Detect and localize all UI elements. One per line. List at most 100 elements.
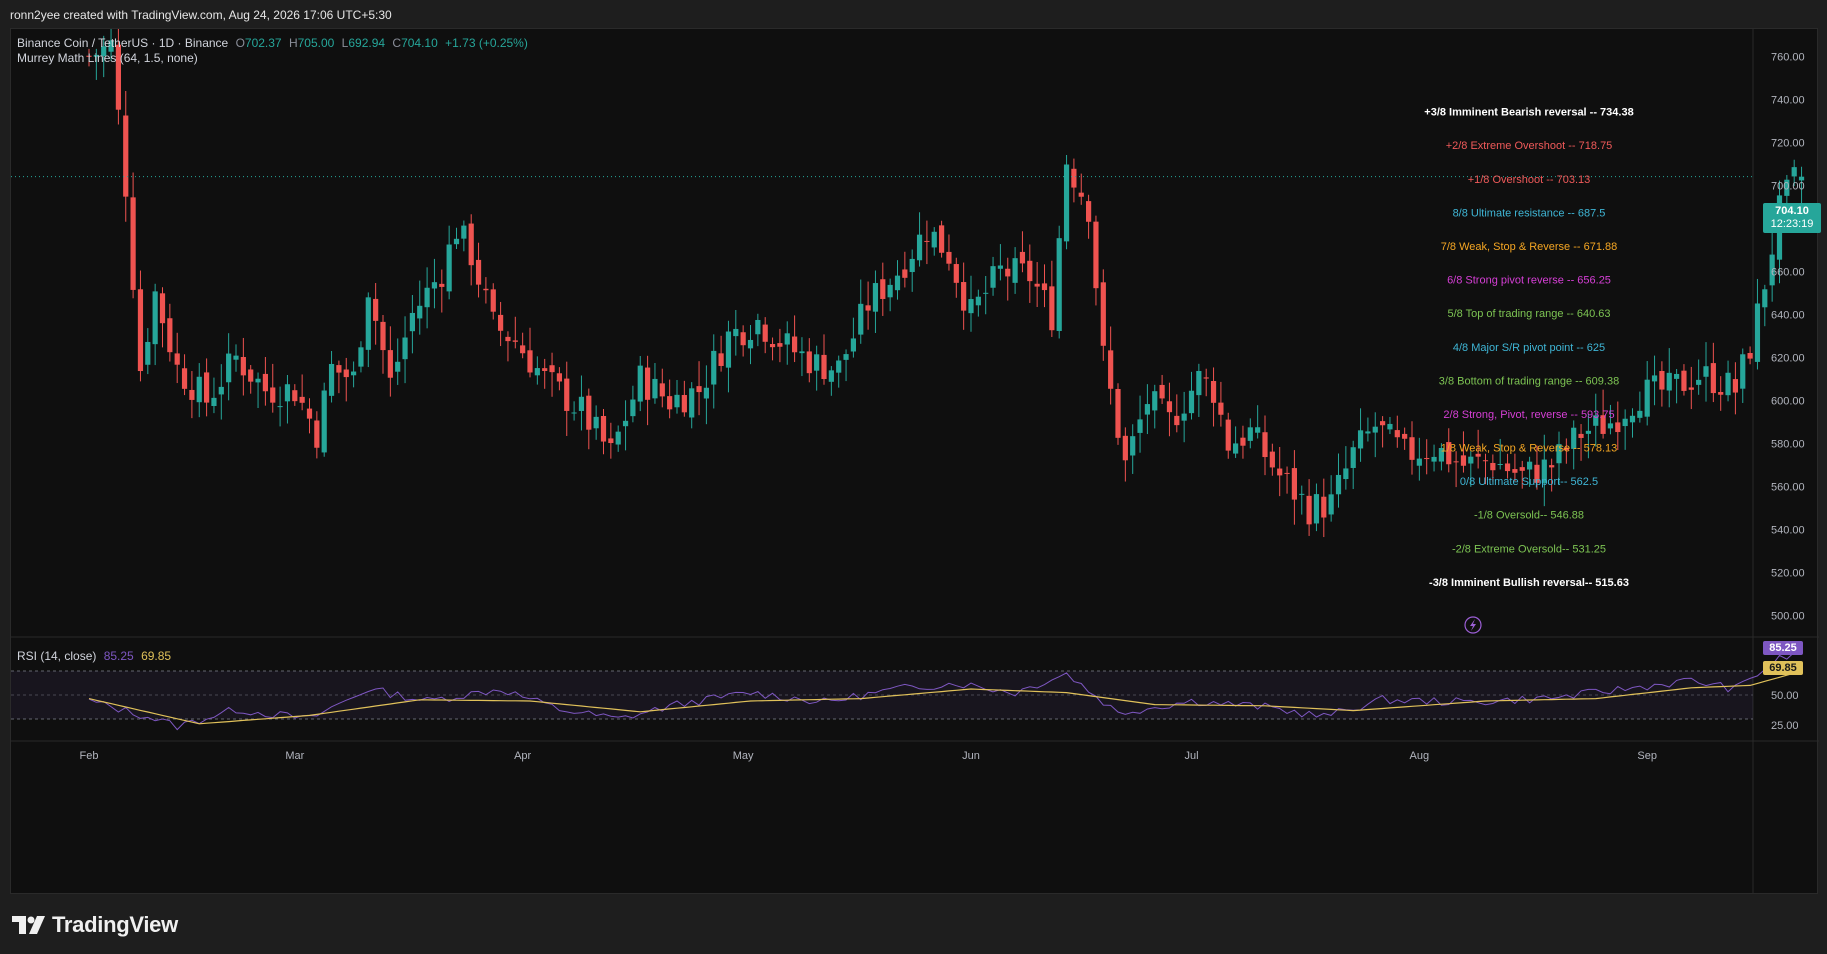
candle-body (593, 416, 599, 429)
candle-body (351, 371, 357, 376)
rsi-label: RSI (14, close) (17, 649, 97, 663)
candle-body (1115, 388, 1121, 438)
candle-body (365, 297, 371, 350)
candle-body (314, 420, 320, 448)
candle-body (1343, 468, 1349, 480)
candle-body (711, 350, 717, 385)
candle-body (887, 284, 893, 298)
candle-body (777, 343, 783, 347)
candle-body (196, 376, 202, 403)
candle-body (490, 289, 496, 312)
candle-body (321, 390, 327, 453)
candle-body (843, 354, 849, 360)
candle-body (1482, 460, 1489, 462)
tradingview-logo[interactable]: TradingView (12, 912, 178, 938)
candle-body (1549, 465, 1555, 468)
candle-body (1504, 463, 1511, 472)
candle-body (747, 339, 754, 349)
candle-body (578, 396, 585, 411)
candle-body (1159, 384, 1165, 399)
candle-body (255, 378, 261, 383)
price-axis-label: 620.00 (1771, 353, 1805, 365)
candle-body (248, 369, 254, 382)
candle-body (1585, 430, 1591, 434)
candle-body (718, 353, 724, 366)
candle-body (600, 416, 607, 442)
candle-body (1255, 427, 1261, 433)
candle-body (1703, 366, 1709, 377)
candle-body (990, 266, 996, 288)
candle-body (997, 265, 1003, 269)
indicator-name: Murrey Math Lines (64, 1.5, none) (17, 51, 198, 65)
candle-body (1196, 370, 1202, 396)
candle-body (1174, 415, 1180, 426)
time-axis-label: Mar (285, 750, 304, 762)
candle-body (1049, 286, 1055, 331)
candle-body (498, 314, 504, 331)
candle-body (189, 389, 195, 400)
murrey-level-label: 5/8 Top of trading range -- 640.63 (1447, 308, 1610, 320)
candle-body (211, 397, 217, 407)
candle-body (1710, 363, 1716, 394)
price-axis-label: 640.00 (1771, 310, 1805, 322)
chart-canvas[interactable]: +3/8 Imminent Bearish reversal -- 734.38… (11, 29, 1819, 895)
candle-body (137, 289, 144, 372)
high-value: 705.00 (297, 36, 335, 50)
candle-body (1122, 435, 1128, 461)
candle-body (1416, 458, 1422, 466)
murrey-level-label: 4/8 Major S/R pivot point -- 625 (1453, 342, 1605, 354)
candle-body (1019, 251, 1026, 264)
candle-body (1218, 402, 1224, 415)
candle-body (1203, 377, 1209, 379)
candle-body (769, 344, 776, 348)
candle-body (542, 368, 548, 372)
candle-body (1718, 392, 1724, 395)
candle-body (1181, 413, 1187, 421)
candle-body (226, 353, 232, 383)
candle-body (1725, 372, 1731, 396)
candle-body (681, 395, 687, 413)
candle-body (453, 238, 460, 245)
candle-body (1490, 462, 1496, 471)
candle-body (1629, 415, 1636, 423)
candle-body (1027, 260, 1033, 282)
indicator-legend[interactable]: Murrey Math Lines (64, 1.5, none) (17, 51, 198, 65)
candle-body (1034, 283, 1040, 287)
candle-body (1269, 451, 1275, 468)
rsi-tag: 85.25 (1763, 641, 1803, 655)
candle-body (622, 420, 629, 427)
candle-body (409, 312, 415, 332)
close-label: C (392, 36, 402, 50)
chart-frame[interactable]: +3/8 Imminent Bearish reversal -- 734.38… (10, 28, 1821, 895)
change-value: +1.73 (+0.25%) (445, 36, 528, 50)
murrey-level-label: -1/8 Oversold-- 546.88 (1474, 510, 1584, 522)
candle-body (755, 319, 761, 335)
candle-body (1262, 432, 1268, 458)
candle-body (1468, 456, 1474, 464)
rsi-axis-label: 50.00 (1771, 690, 1799, 702)
candle-body (1291, 468, 1297, 500)
candle-body (821, 354, 827, 380)
candle-body (1210, 380, 1217, 403)
rsi-legend[interactable]: RSI (14, close) 85.25 69.85 (17, 649, 171, 663)
candle-body (1644, 379, 1650, 417)
candle-body (468, 223, 474, 266)
price-axis-label: 740.00 (1771, 95, 1805, 107)
candle-body (520, 345, 526, 354)
murrey-level-label: 1/8 Weak, Stop & Reverse -- 578.13 (1441, 443, 1618, 455)
candle-body (1144, 404, 1150, 415)
tradingview-logo-icon (12, 916, 45, 934)
candle-body (1402, 433, 1408, 439)
candle-body (1078, 192, 1084, 197)
candle-body (1762, 289, 1768, 308)
candle-body (1740, 354, 1746, 389)
murrey-level-label: -3/8 Imminent Bullish reversal-- 515.63 (1429, 577, 1629, 589)
candle-body (814, 354, 820, 371)
candle-body (123, 115, 129, 197)
candle-body (1453, 461, 1459, 463)
current-price: 704.10 (1775, 205, 1809, 217)
candle-body (1350, 447, 1356, 468)
candle-body (439, 283, 445, 287)
symbol-legend[interactable]: Binance Coin / TetherUS · 1D · Binance O… (17, 36, 528, 50)
candle-body (1527, 461, 1533, 470)
